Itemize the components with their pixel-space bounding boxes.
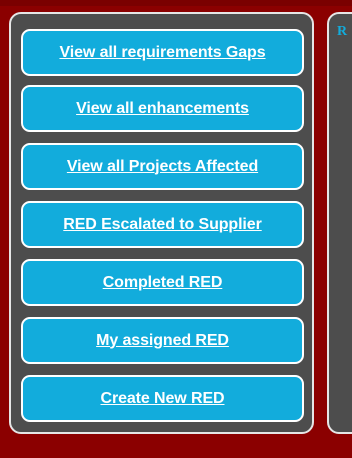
red-escalated-to-supplier-button[interactable]: RED Escalated to Supplier xyxy=(21,201,304,248)
my-assigned-red-button[interactable]: My assigned RED xyxy=(21,317,304,364)
view-enhancements-button[interactable]: View all enhancements xyxy=(21,85,304,132)
create-new-red-link[interactable]: Create New RED xyxy=(101,390,225,408)
completed-red-link[interactable]: Completed RED xyxy=(103,274,223,292)
top-strip xyxy=(0,0,352,6)
red-escalated-to-supplier-link[interactable]: RED Escalated to Supplier xyxy=(63,216,262,234)
view-enhancements-link[interactable]: View all enhancements xyxy=(76,100,249,118)
view-requirements-gaps-button[interactable]: View all requirements Gaps xyxy=(21,29,304,76)
my-assigned-red-link[interactable]: My assigned RED xyxy=(96,332,229,350)
content-panel: R xyxy=(327,12,352,434)
completed-red-button[interactable]: Completed RED xyxy=(21,259,304,306)
create-new-red-button[interactable]: Create New RED xyxy=(21,375,304,422)
view-requirements-gaps-link[interactable]: View all requirements Gaps xyxy=(59,44,265,62)
content-panel-title: R xyxy=(337,24,348,39)
view-projects-affected-button[interactable]: View all Projects Affected xyxy=(21,143,304,190)
navigation-panel: View all requirements Gaps View all enha… xyxy=(9,12,314,434)
view-projects-affected-link[interactable]: View all Projects Affected xyxy=(67,158,258,176)
